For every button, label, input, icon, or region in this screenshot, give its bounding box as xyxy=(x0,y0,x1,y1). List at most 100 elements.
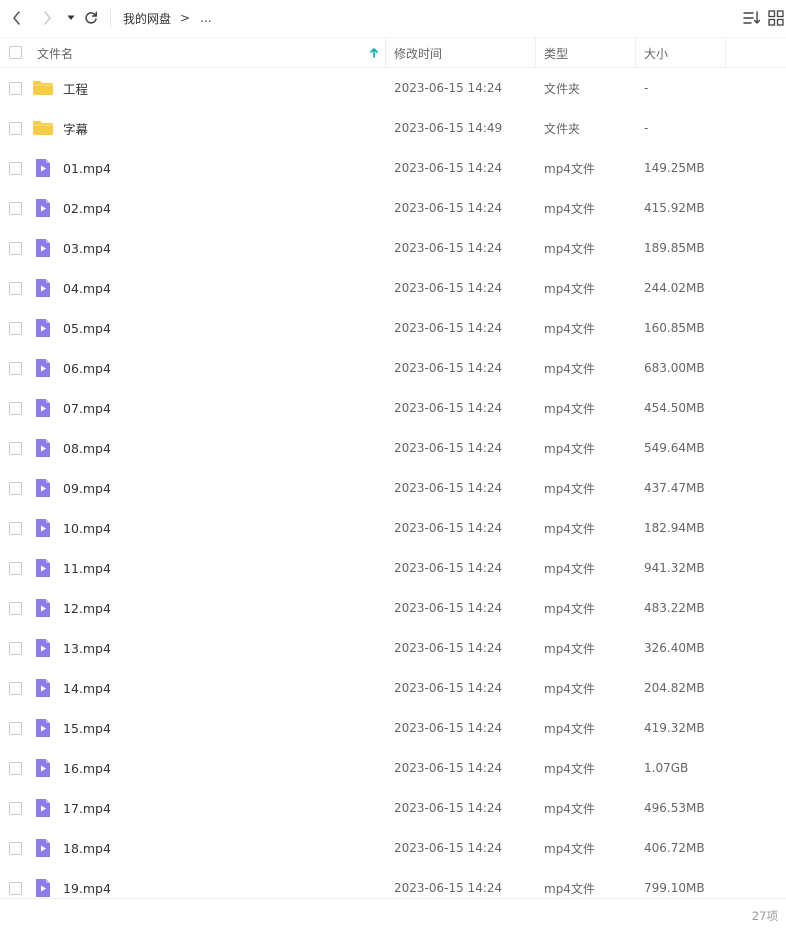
row-checkbox[interactable] xyxy=(9,482,22,495)
file-modified-date: 2023-06-15 14:24 xyxy=(394,761,503,775)
file-row[interactable]: 10.mp4 2023-06-15 14:24 mp4文件 182.94MB xyxy=(0,508,786,548)
column-divider[interactable] xyxy=(635,38,636,68)
file-modified-date: 2023-06-15 14:24 xyxy=(394,281,503,295)
video-file-icon xyxy=(33,398,53,418)
file-name[interactable]: 14.mp4 xyxy=(63,668,111,708)
row-checkbox[interactable] xyxy=(9,82,22,95)
file-row[interactable]: 16.mp4 2023-06-15 14:24 mp4文件 1.07GB xyxy=(0,748,786,788)
file-type: mp4文件 xyxy=(544,361,595,376)
file-row[interactable]: 11.mp4 2023-06-15 14:24 mp4文件 941.32MB xyxy=(0,548,786,588)
row-checkbox[interactable] xyxy=(9,322,22,335)
file-modified-date: 2023-06-15 14:24 xyxy=(394,641,503,655)
file-name[interactable]: 字幕 xyxy=(63,108,88,148)
row-checkbox[interactable] xyxy=(9,602,22,615)
file-size: 406.72MB xyxy=(644,841,705,855)
refresh-icon[interactable] xyxy=(81,8,101,28)
row-checkbox[interactable] xyxy=(9,442,22,455)
folder-icon xyxy=(33,118,53,138)
file-row[interactable]: 字幕 2023-06-15 14:49 文件夹 - xyxy=(0,108,786,148)
file-name[interactable]: 02.mp4 xyxy=(63,188,111,228)
file-type: mp4文件 xyxy=(544,161,595,176)
grid-view-icon[interactable] xyxy=(767,9,785,27)
row-checkbox[interactable] xyxy=(9,762,22,775)
file-row[interactable]: 15.mp4 2023-06-15 14:24 mp4文件 419.32MB xyxy=(0,708,786,748)
breadcrumb-root[interactable]: 我的网盘 xyxy=(123,10,171,27)
file-name[interactable]: 07.mp4 xyxy=(63,388,111,428)
file-row[interactable]: 13.mp4 2023-06-15 14:24 mp4文件 326.40MB xyxy=(0,628,786,668)
file-name[interactable]: 17.mp4 xyxy=(63,788,111,828)
header-modified[interactable]: 修改时间 xyxy=(394,38,442,68)
row-checkbox[interactable] xyxy=(9,802,22,815)
row-checkbox[interactable] xyxy=(9,522,22,535)
file-size: 182.94MB xyxy=(644,521,705,535)
file-row[interactable]: 08.mp4 2023-06-15 14:24 mp4文件 549.64MB xyxy=(0,428,786,468)
header-type[interactable]: 类型 xyxy=(544,38,568,68)
file-name[interactable]: 18.mp4 xyxy=(63,828,111,868)
row-checkbox[interactable] xyxy=(9,402,22,415)
file-name[interactable]: 08.mp4 xyxy=(63,428,111,468)
file-size: 189.85MB xyxy=(644,241,705,255)
file-row[interactable]: 05.mp4 2023-06-15 14:24 mp4文件 160.85MB xyxy=(0,308,786,348)
row-checkbox[interactable] xyxy=(9,362,22,375)
file-row[interactable]: 06.mp4 2023-06-15 14:24 mp4文件 683.00MB xyxy=(0,348,786,388)
row-checkbox[interactable] xyxy=(9,562,22,575)
file-name[interactable]: 04.mp4 xyxy=(63,268,111,308)
file-name[interactable]: 10.mp4 xyxy=(63,508,111,548)
row-checkbox[interactable] xyxy=(9,842,22,855)
file-name[interactable]: 13.mp4 xyxy=(63,628,111,668)
file-name[interactable]: 12.mp4 xyxy=(63,588,111,628)
row-checkbox[interactable] xyxy=(9,882,22,895)
file-modified-date: 2023-06-15 14:24 xyxy=(394,521,503,535)
forward-icon[interactable] xyxy=(37,8,57,28)
row-checkbox[interactable] xyxy=(9,202,22,215)
breadcrumb-ellipsis[interactable]: ... xyxy=(200,11,211,25)
file-type: mp4文件 xyxy=(544,201,595,216)
file-size: 415.92MB xyxy=(644,201,705,215)
file-size: 160.85MB xyxy=(644,321,705,335)
back-icon[interactable] xyxy=(7,8,27,28)
file-name[interactable]: 05.mp4 xyxy=(63,308,111,348)
history-dropdown-icon[interactable] xyxy=(61,8,81,28)
column-divider[interactable] xyxy=(725,38,726,68)
file-name[interactable]: 03.mp4 xyxy=(63,228,111,268)
header-size[interactable]: 大小 xyxy=(644,38,668,68)
row-checkbox[interactable] xyxy=(9,722,22,735)
sort-icon[interactable] xyxy=(743,9,761,27)
row-checkbox[interactable] xyxy=(9,122,22,135)
file-modified-date: 2023-06-15 14:24 xyxy=(394,681,503,695)
file-row[interactable]: 工程 2023-06-15 14:24 文件夹 - xyxy=(0,68,786,108)
sort-ascending-icon[interactable] xyxy=(369,38,379,68)
select-all-checkbox[interactable] xyxy=(9,46,22,59)
file-row[interactable]: 07.mp4 2023-06-15 14:24 mp4文件 454.50MB xyxy=(0,388,786,428)
column-divider[interactable] xyxy=(385,38,386,68)
row-checkbox[interactable] xyxy=(9,242,22,255)
file-name[interactable]: 06.mp4 xyxy=(63,348,111,388)
file-row[interactable]: 04.mp4 2023-06-15 14:24 mp4文件 244.02MB xyxy=(0,268,786,308)
file-row[interactable]: 09.mp4 2023-06-15 14:24 mp4文件 437.47MB xyxy=(0,468,786,508)
file-row[interactable]: 02.mp4 2023-06-15 14:24 mp4文件 415.92MB xyxy=(0,188,786,228)
row-checkbox[interactable] xyxy=(9,682,22,695)
file-name[interactable]: 09.mp4 xyxy=(63,468,111,508)
file-row[interactable]: 01.mp4 2023-06-15 14:24 mp4文件 149.25MB xyxy=(0,148,786,188)
row-checkbox[interactable] xyxy=(9,642,22,655)
file-row[interactable]: 03.mp4 2023-06-15 14:24 mp4文件 189.85MB xyxy=(0,228,786,268)
toolbar-divider xyxy=(110,9,111,27)
video-file-icon xyxy=(33,758,53,778)
file-modified-date: 2023-06-15 14:24 xyxy=(394,561,503,575)
file-row[interactable]: 14.mp4 2023-06-15 14:24 mp4文件 204.82MB xyxy=(0,668,786,708)
file-name[interactable]: 15.mp4 xyxy=(63,708,111,748)
file-row[interactable]: 12.mp4 2023-06-15 14:24 mp4文件 483.22MB xyxy=(0,588,786,628)
file-type: mp4文件 xyxy=(544,241,595,256)
file-name[interactable]: 16.mp4 xyxy=(63,748,111,788)
header-name[interactable]: 文件名 xyxy=(37,38,73,68)
file-name[interactable]: 01.mp4 xyxy=(63,148,111,188)
video-file-icon xyxy=(33,358,53,378)
file-name[interactable]: 11.mp4 xyxy=(63,548,111,588)
file-row[interactable]: 17.mp4 2023-06-15 14:24 mp4文件 496.53MB xyxy=(0,788,786,828)
file-row[interactable]: 18.mp4 2023-06-15 14:24 mp4文件 406.72MB xyxy=(0,828,786,868)
file-name[interactable]: 工程 xyxy=(63,68,88,108)
row-checkbox[interactable] xyxy=(9,162,22,175)
column-divider[interactable] xyxy=(535,38,536,68)
row-checkbox[interactable] xyxy=(9,282,22,295)
video-file-icon xyxy=(33,638,53,658)
